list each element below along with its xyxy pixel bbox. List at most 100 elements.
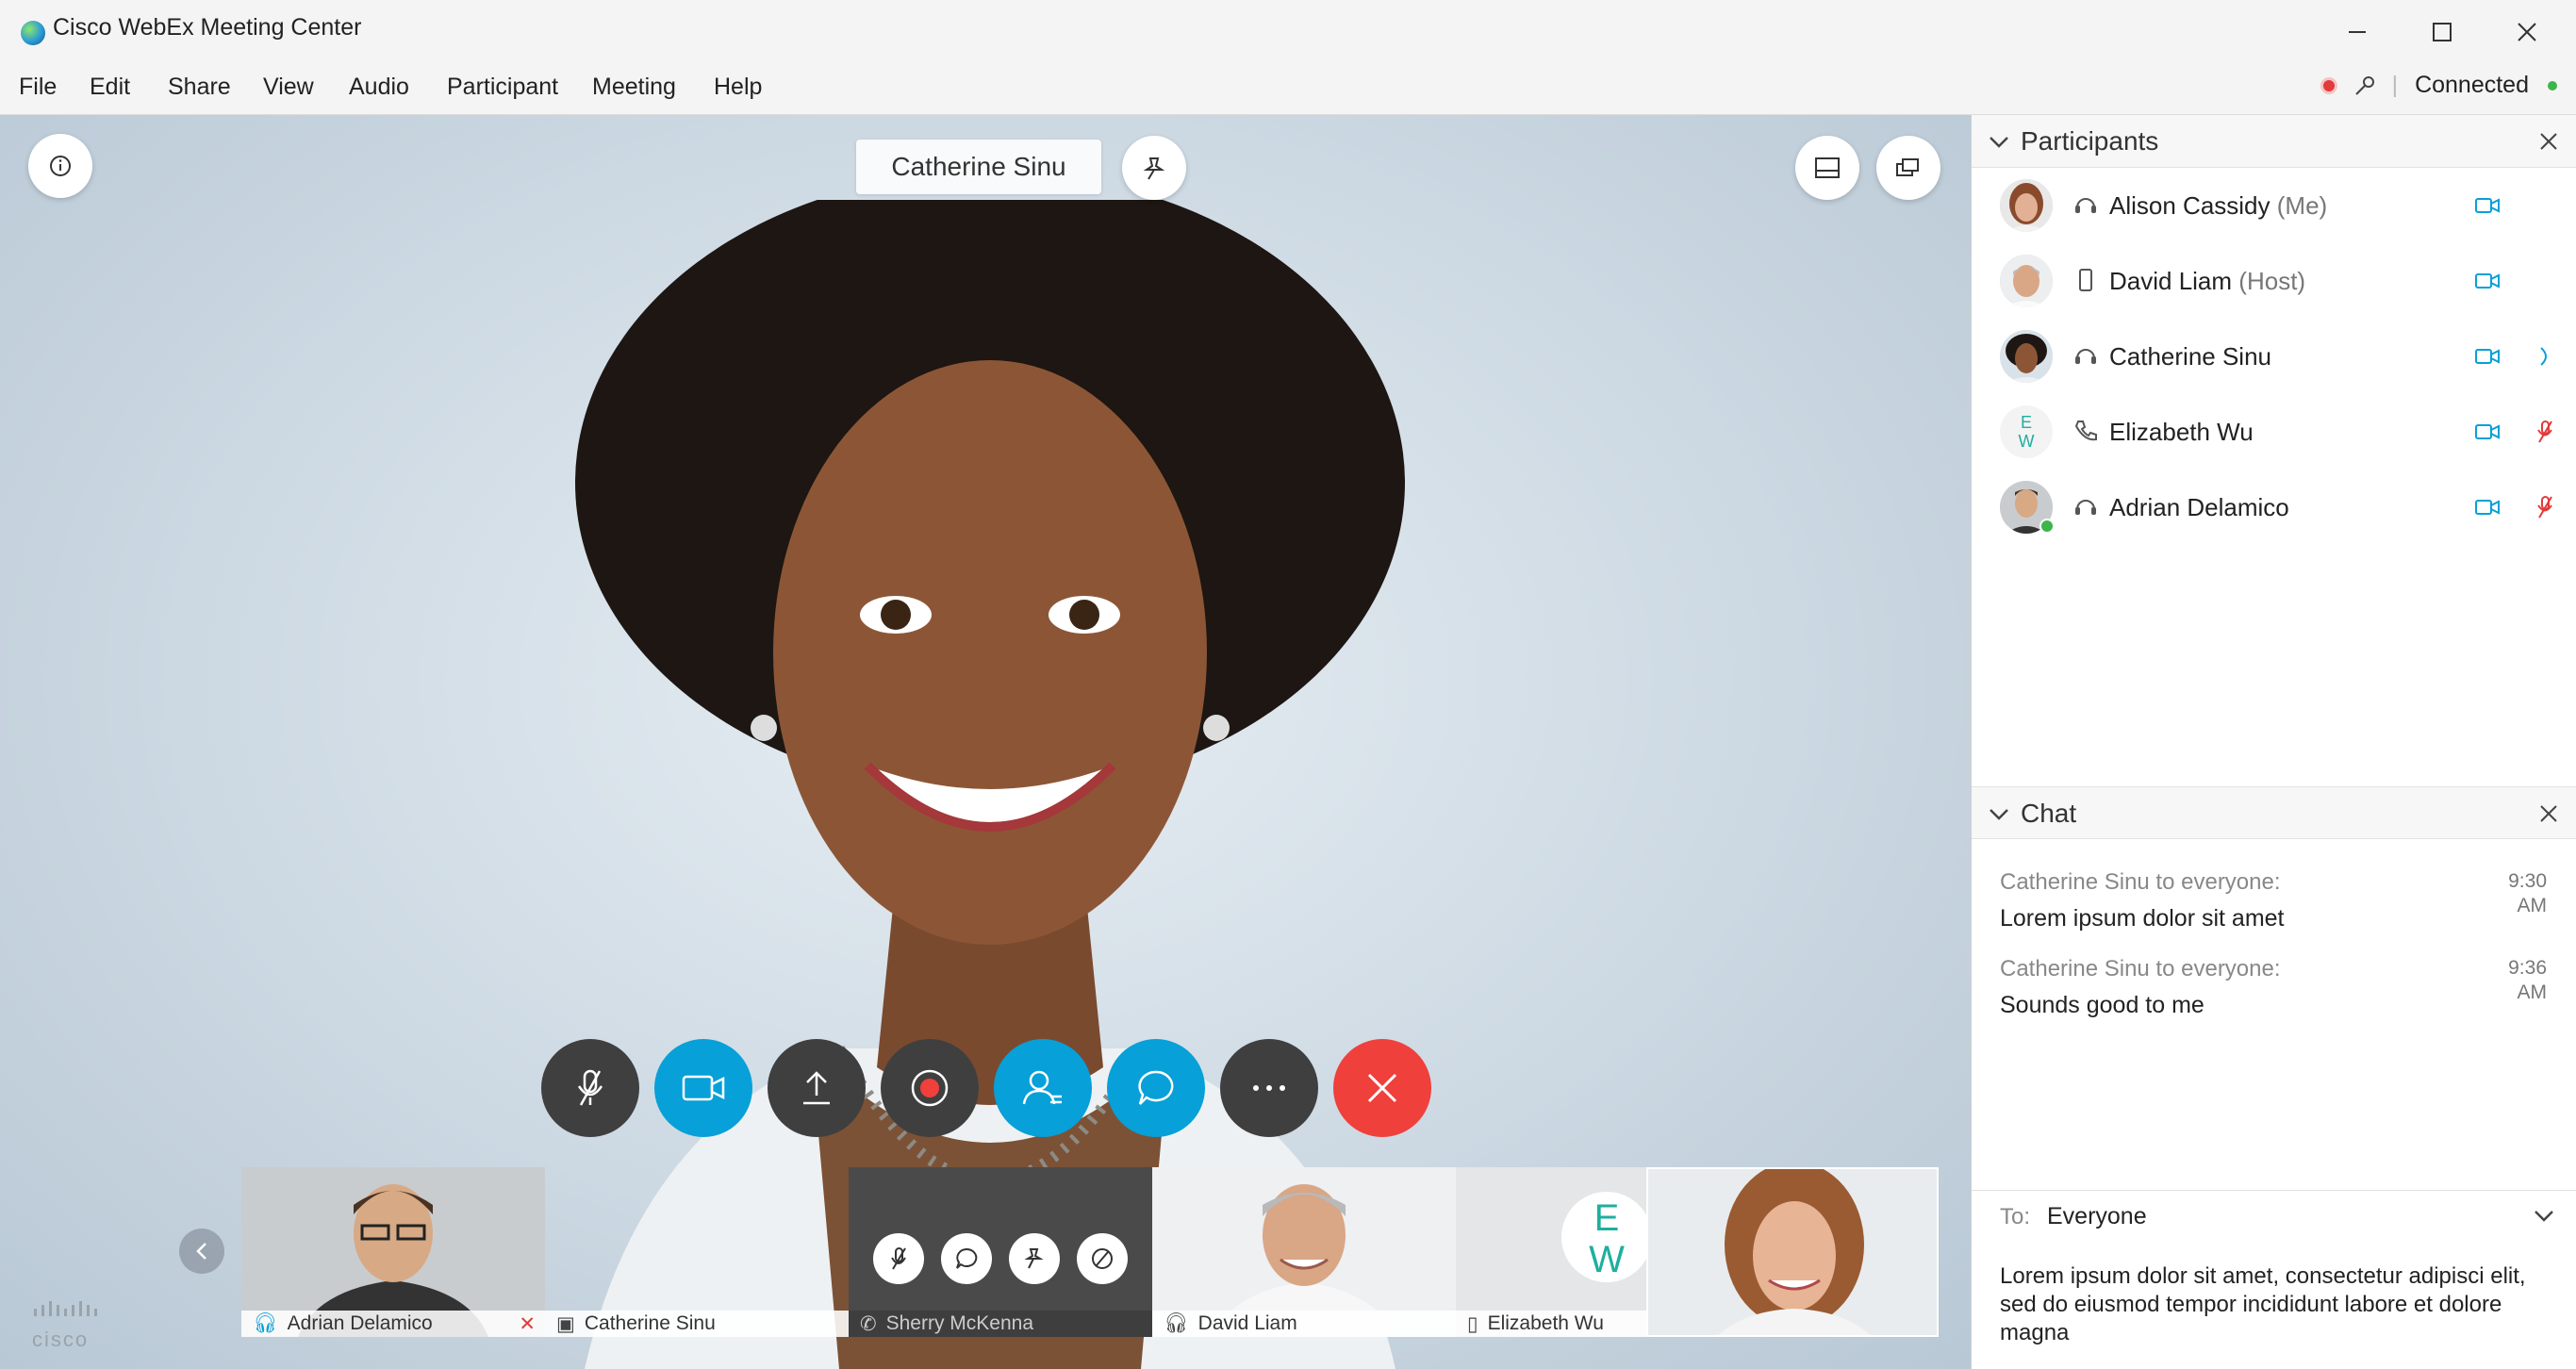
- microphone-muted-icon: [2537, 421, 2552, 443]
- recipient-value: Everyone: [2047, 1203, 2147, 1229]
- participant-name: Catherine Sinu: [2109, 342, 2271, 371]
- menu-view[interactable]: View: [263, 74, 314, 101]
- menu-bar: File Edit Share View Audio Participant M…: [0, 62, 2576, 115]
- chat-timestamp: 9:30 AM: [2508, 870, 2547, 916]
- filmstrip-tile-hovered[interactable]: ✆ Sherry McKenna: [849, 1167, 1152, 1337]
- self-view-tile[interactable]: [1646, 1167, 1939, 1337]
- participant-name: Elizabeth Wu: [2109, 418, 2254, 446]
- self-view-video: [1648, 1169, 1937, 1335]
- chat-bubble-icon: [1138, 1070, 1174, 1105]
- phone-icon: ✆: [860, 1312, 877, 1335]
- chat-header[interactable]: Chat: [1972, 786, 2576, 839]
- chat-message-input[interactable]: Lorem ipsum dolor sit amet, consectetur …: [2000, 1262, 2556, 1347]
- connected-dot-icon: [2548, 80, 2557, 91]
- more-options-button[interactable]: [1220, 1039, 1318, 1137]
- participants-title: Participants: [2021, 126, 2159, 156]
- chat-bubble-icon: [956, 1247, 978, 1269]
- mobile-icon: ▯: [1467, 1312, 1478, 1335]
- microphone-muted-icon: [2537, 496, 2552, 519]
- record-button[interactable]: [881, 1039, 979, 1137]
- chat-sender: Catherine Sinu to everyone:: [2000, 869, 2281, 895]
- key-icon: [2354, 75, 2374, 95]
- participant-name: David Liam: [2109, 267, 2233, 295]
- record-icon: [911, 1069, 949, 1107]
- participant-row[interactable]: Catherine Sinu: [1972, 319, 2576, 394]
- headset-icon: [2075, 500, 2096, 515]
- close-icon[interactable]: [2539, 132, 2558, 151]
- participant-role: (Me): [2276, 191, 2328, 220]
- online-status-icon: [2039, 519, 2055, 534]
- recording-indicator-icon: [2320, 76, 2337, 94]
- chat-message: Catherine Sinu to everyone: Sounds good …: [2000, 956, 2547, 1019]
- tile-mute-button[interactable]: [873, 1233, 924, 1284]
- more-icon: [1253, 1085, 1285, 1091]
- filmstrip-previous-button[interactable]: [179, 1229, 224, 1274]
- close-window-button[interactable]: [2508, 13, 2546, 51]
- participants-header[interactable]: Participants: [1972, 115, 2576, 168]
- layout-button[interactable]: [1795, 136, 1859, 200]
- mobile-icon: [2079, 269, 2092, 291]
- webex-logo-icon: [21, 21, 45, 45]
- video-camera-icon: [2475, 198, 2500, 213]
- maximize-button[interactable]: [2423, 13, 2461, 51]
- chevron-down-icon: [2535, 1211, 2553, 1222]
- menu-file[interactable]: File: [19, 74, 57, 101]
- meeting-info-button[interactable]: [28, 134, 92, 198]
- participant-row[interactable]: David Liam (Host): [1972, 243, 2576, 319]
- tile-caption: 🎧︎ Adrian Delamico ✕: [241, 1311, 545, 1337]
- tile-chat-button[interactable]: [941, 1233, 992, 1284]
- chat-button[interactable]: [1107, 1039, 1205, 1137]
- tile-pin-button[interactable]: [1009, 1233, 1060, 1284]
- participants-button[interactable]: [994, 1039, 1092, 1137]
- menu-share[interactable]: Share: [168, 74, 231, 101]
- popout-button[interactable]: [1876, 136, 1940, 200]
- avatar: [2000, 255, 2053, 307]
- menu-audio[interactable]: Audio: [349, 74, 409, 101]
- headset-icon: 🎧︎: [1164, 1312, 1189, 1334]
- microphone-muted-icon: [577, 1069, 603, 1106]
- mute-button[interactable]: [541, 1039, 639, 1137]
- connection-status: | Connected: [2320, 72, 2557, 99]
- menu-edit[interactable]: Edit: [90, 74, 130, 101]
- avatar: [2000, 179, 2053, 232]
- pin-icon: [1024, 1248, 1044, 1269]
- headset-icon: 🎧︎: [253, 1312, 278, 1334]
- maximize-icon: [2433, 23, 2452, 41]
- title-bar: Cisco WebEx Meeting Center: [0, 0, 2576, 62]
- microphone-muted-icon: [891, 1247, 906, 1270]
- chevron-down-icon: [1990, 809, 2008, 820]
- menu-help[interactable]: Help: [714, 74, 762, 101]
- video-button[interactable]: [654, 1039, 752, 1137]
- main-video: Catherine Sinu 🎧︎ Adrian Delamico ✕ ▣ Ca…: [0, 115, 1971, 1369]
- end-meeting-button[interactable]: [1333, 1039, 1431, 1137]
- participant-name: Alison Cassidy: [2109, 191, 2271, 220]
- stop-video-icon: [1092, 1248, 1113, 1269]
- layout-icon: [1815, 157, 1840, 178]
- cisco-bars-icon: [34, 1301, 97, 1316]
- chat-recipient-select[interactable]: To: Everyone: [1972, 1191, 2576, 1242]
- participant-row[interactable]: Adrian Delamico: [1972, 470, 2576, 545]
- filmstrip-tile[interactable]: ▣ Catherine Sinu: [545, 1167, 849, 1337]
- pin-video-button[interactable]: [1122, 136, 1186, 200]
- chat-text: Lorem ipsum dolor sit amet: [2000, 905, 2285, 932]
- filmstrip-tile[interactable]: 🎧︎ Adrian Delamico ✕: [241, 1167, 545, 1337]
- share-upload-icon: [803, 1071, 830, 1105]
- tile-more-button[interactable]: [1077, 1233, 1128, 1284]
- participant-row[interactable]: Alison Cassidy (Me): [1972, 168, 2576, 243]
- side-panel: Participants Alison Cassidy (Me) David L…: [1971, 115, 2576, 1369]
- chat-timestamp: 9:36 AM: [2508, 957, 2547, 1003]
- menu-participant[interactable]: Participant: [447, 74, 558, 101]
- participant-row[interactable]: EW Elizabeth Wu: [1972, 394, 2576, 470]
- filmstrip-tile[interactable]: 🎧︎ David Liam: [1152, 1167, 1456, 1337]
- video-camera-icon: [2475, 349, 2500, 364]
- minimize-button[interactable]: [2338, 13, 2376, 51]
- avatar: [2000, 330, 2053, 383]
- active-speaker-name: Catherine Sinu: [856, 140, 1101, 194]
- connection-label: Connected: [2415, 72, 2529, 98]
- menu-meeting[interactable]: Meeting: [592, 74, 676, 101]
- chevron-left-icon: [196, 1243, 206, 1260]
- close-icon[interactable]: [2539, 804, 2558, 823]
- share-button[interactable]: [768, 1039, 866, 1137]
- close-icon: [2518, 23, 2536, 41]
- popout-icon: [1896, 158, 1919, 176]
